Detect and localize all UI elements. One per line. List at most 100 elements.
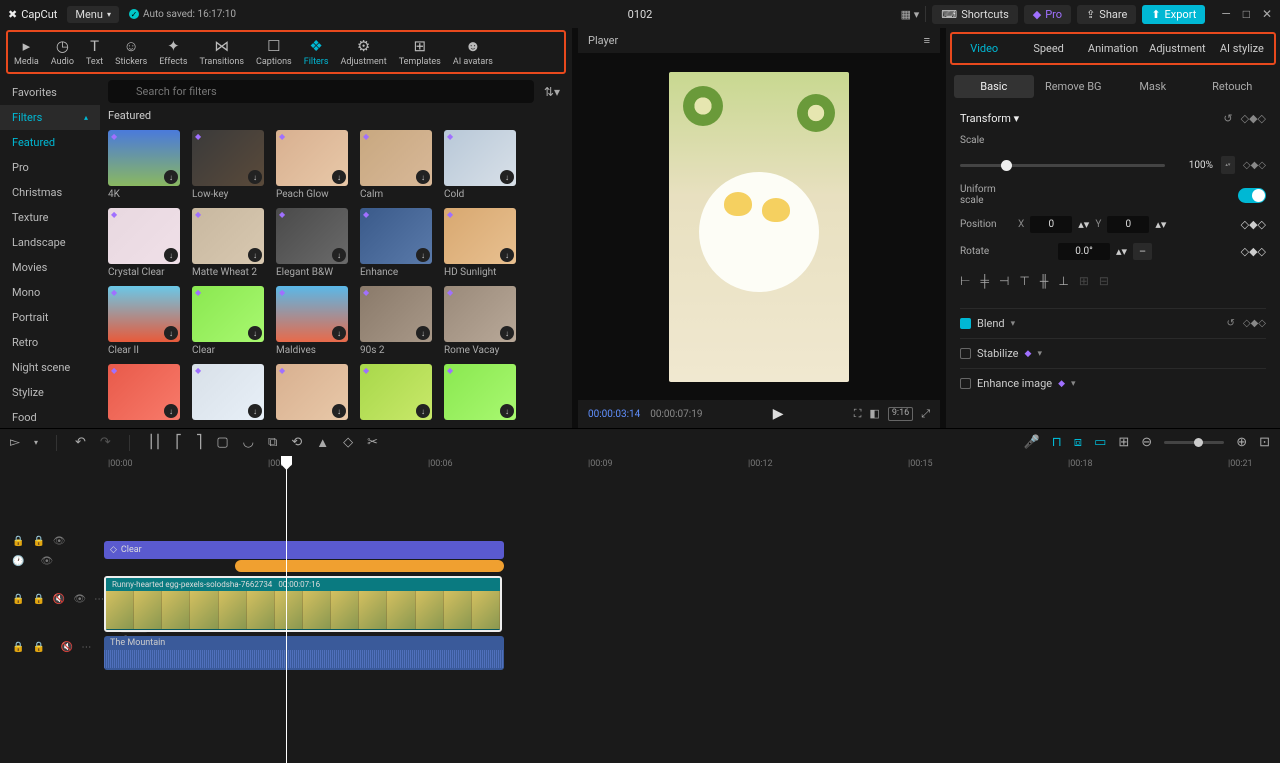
uniform-scale-toggle[interactable]	[1238, 188, 1266, 203]
track-controls-2[interactable]: 🕐👁	[0, 551, 100, 571]
app-logo[interactable]: ✖CapCut	[8, 8, 57, 21]
tab-filters[interactable]: ❖Filters	[298, 35, 335, 69]
cat-movies[interactable]: Movies	[0, 255, 100, 280]
filter-item[interactable]: ◆↓	[108, 364, 180, 420]
align-left-icon[interactable]: ⊢	[960, 274, 970, 288]
zoom-out-icon[interactable]: ⊖	[1141, 435, 1152, 450]
play-button[interactable]: ▶	[773, 406, 784, 422]
cat-christmas[interactable]: Christmas	[0, 180, 100, 205]
filter-item[interactable]: ◆↓	[444, 364, 516, 420]
compare-icon[interactable]: ◧	[869, 407, 879, 421]
tab-effects[interactable]: ✦Effects	[153, 35, 193, 69]
playhead[interactable]	[286, 456, 287, 763]
redo-icon[interactable]: ↷	[100, 435, 111, 450]
clip-video[interactable]: Runny-hearted egg-pexels-solodsha-766273…	[104, 576, 502, 632]
filter-item[interactable]: ◆↓Maldives	[276, 286, 348, 356]
pos-y-spinner[interactable]: ▴▾	[1155, 218, 1166, 231]
blend-reset-icon[interactable]: ↺	[1227, 318, 1235, 329]
delete-icon[interactable]: ▢	[216, 435, 228, 450]
filter-item[interactable]: ◆↓90s 2	[360, 286, 432, 356]
tab-templates[interactable]: ⊞Templates	[393, 35, 447, 69]
tab-ai-avatars[interactable]: ☻AI avatars	[447, 35, 499, 69]
clip-filter[interactable]: ◇Clear	[104, 541, 504, 559]
rotate-keyframe[interactable]: ◇◆◇	[1241, 245, 1266, 258]
rotate-input[interactable]	[1058, 243, 1110, 260]
maximize-icon[interactable]: □	[1243, 7, 1250, 21]
share-button[interactable]: ⇪ Share	[1077, 5, 1136, 24]
link-icon[interactable]: ⧈	[1074, 435, 1082, 450]
sub-tab-basic[interactable]: Basic	[954, 75, 1034, 98]
cat-texture[interactable]: Texture	[0, 205, 100, 230]
align-center-v-icon[interactable]: ╫	[1040, 274, 1049, 288]
filter-item[interactable]: ◆↓Peach Glow	[276, 130, 348, 200]
sub-tab-remove-bg[interactable]: Remove BG	[1034, 75, 1114, 98]
tab-captions[interactable]: ☐Captions	[250, 35, 298, 69]
filter-item[interactable]: ◆↓	[360, 364, 432, 420]
position-keyframe[interactable]: ◇◆◇	[1241, 218, 1266, 231]
ratio-display[interactable]: 9:16	[888, 407, 913, 421]
cat-featured[interactable]: Featured	[0, 130, 100, 155]
cat-food[interactable]: Food	[0, 405, 100, 428]
position-y-input[interactable]	[1107, 216, 1149, 233]
zoom-in-icon[interactable]: ⊕	[1236, 435, 1247, 450]
prop-tab-speed[interactable]: Speed	[1016, 34, 1080, 63]
cat-stylize[interactable]: Stylize	[0, 380, 100, 405]
select-tool-icon[interactable]: ▻	[10, 435, 20, 450]
mirror-icon[interactable]: ▲	[316, 435, 329, 451]
keyframe-icon[interactable]: ◇◆◇	[1241, 112, 1266, 125]
tab-text[interactable]: TText	[80, 35, 109, 69]
export-button[interactable]: ⬆ Export	[1142, 5, 1205, 24]
cat-pro[interactable]: Pro	[0, 155, 100, 180]
scale-spinner[interactable]: ▴▾	[1221, 156, 1235, 174]
prop-tab-animation[interactable]: Animation	[1081, 34, 1145, 63]
clip-adjustment[interactable]	[235, 560, 504, 572]
track-controls-audio[interactable]: 🔒🔒🔇⋯	[0, 637, 100, 657]
cat-portrait[interactable]: Portrait	[0, 305, 100, 330]
filter-item[interactable]: ◆↓Crystal Clear	[108, 208, 180, 278]
pro-button[interactable]: ◆ Pro	[1024, 5, 1071, 24]
pos-x-spinner[interactable]: ▴▾	[1078, 218, 1089, 231]
shortcuts-button[interactable]: ⌨ Shortcuts	[932, 5, 1017, 24]
prop-tab-ai-stylize[interactable]: AI stylize	[1210, 34, 1274, 63]
filter-item[interactable]: ◆↓Clear II	[108, 286, 180, 356]
fit-icon[interactable]: ⊡	[1259, 435, 1270, 450]
tab-transitions[interactable]: ⋈Transitions	[194, 35, 251, 69]
filter-item[interactable]: ◆↓Low-key	[192, 130, 264, 200]
scale-keyframe[interactable]: ◇◆◇	[1243, 160, 1266, 171]
tab-adjustment[interactable]: ⚙Adjustment	[334, 35, 392, 69]
position-x-input[interactable]	[1030, 216, 1072, 233]
align-top-icon[interactable]: ⊤	[1019, 274, 1029, 288]
filter-item[interactable]: ◆↓Clear	[192, 286, 264, 356]
cat-mono[interactable]: Mono	[0, 280, 100, 305]
filter-item[interactable]: ◆↓HD Sunlight	[444, 208, 516, 278]
rotate-icon[interactable]: ◇	[343, 435, 353, 450]
delete-left-icon[interactable]: ⎡	[175, 435, 182, 450]
blend-keyframe-icon[interactable]: ◇◆◇	[1243, 318, 1266, 329]
filter-item[interactable]: ◆↓Cold	[444, 130, 516, 200]
filter-item[interactable]: ◆↓	[192, 364, 264, 420]
timeline-tracks[interactable]: |00:00|00:03|00:06|00:09|00:12|00:15|00:…	[100, 456, 1280, 763]
undo-icon[interactable]: ↶	[75, 435, 86, 450]
align-center-h-icon[interactable]: ╪	[980, 274, 989, 288]
prop-tab-adjustment[interactable]: Adjustment	[1145, 34, 1209, 63]
fullscreen-icon[interactable]: ⛶	[854, 407, 862, 421]
rotate-spinner[interactable]: ▴▾	[1116, 245, 1127, 258]
crop-icon[interactable]: ✂	[367, 435, 378, 450]
search-input[interactable]	[108, 80, 534, 103]
blend-checkbox[interactable]	[960, 318, 971, 329]
align-bottom-icon[interactable]: ⊥	[1058, 274, 1068, 288]
clip-audio[interactable]: The Mountain	[104, 636, 504, 670]
cat-favorites[interactable]: Favorites	[0, 80, 100, 105]
cat-landscape[interactable]: Landscape	[0, 230, 100, 255]
marker-icon[interactable]: ◡	[243, 435, 254, 450]
cat-retro[interactable]: Retro	[0, 330, 100, 355]
tab-media[interactable]: ▸Media	[8, 35, 45, 69]
tab-stickers[interactable]: ☺Stickers	[109, 35, 153, 69]
zoom-slider[interactable]	[1164, 441, 1224, 444]
copy-icon[interactable]: ⧉	[268, 435, 277, 450]
scale-slider[interactable]	[960, 164, 1165, 167]
filter-item[interactable]: ◆↓Calm	[360, 130, 432, 200]
sub-tab-retouch[interactable]: Retouch	[1193, 75, 1273, 98]
layout-icon[interactable]: ▦ ▾	[901, 8, 920, 21]
stabilize-checkbox[interactable]	[960, 348, 971, 359]
